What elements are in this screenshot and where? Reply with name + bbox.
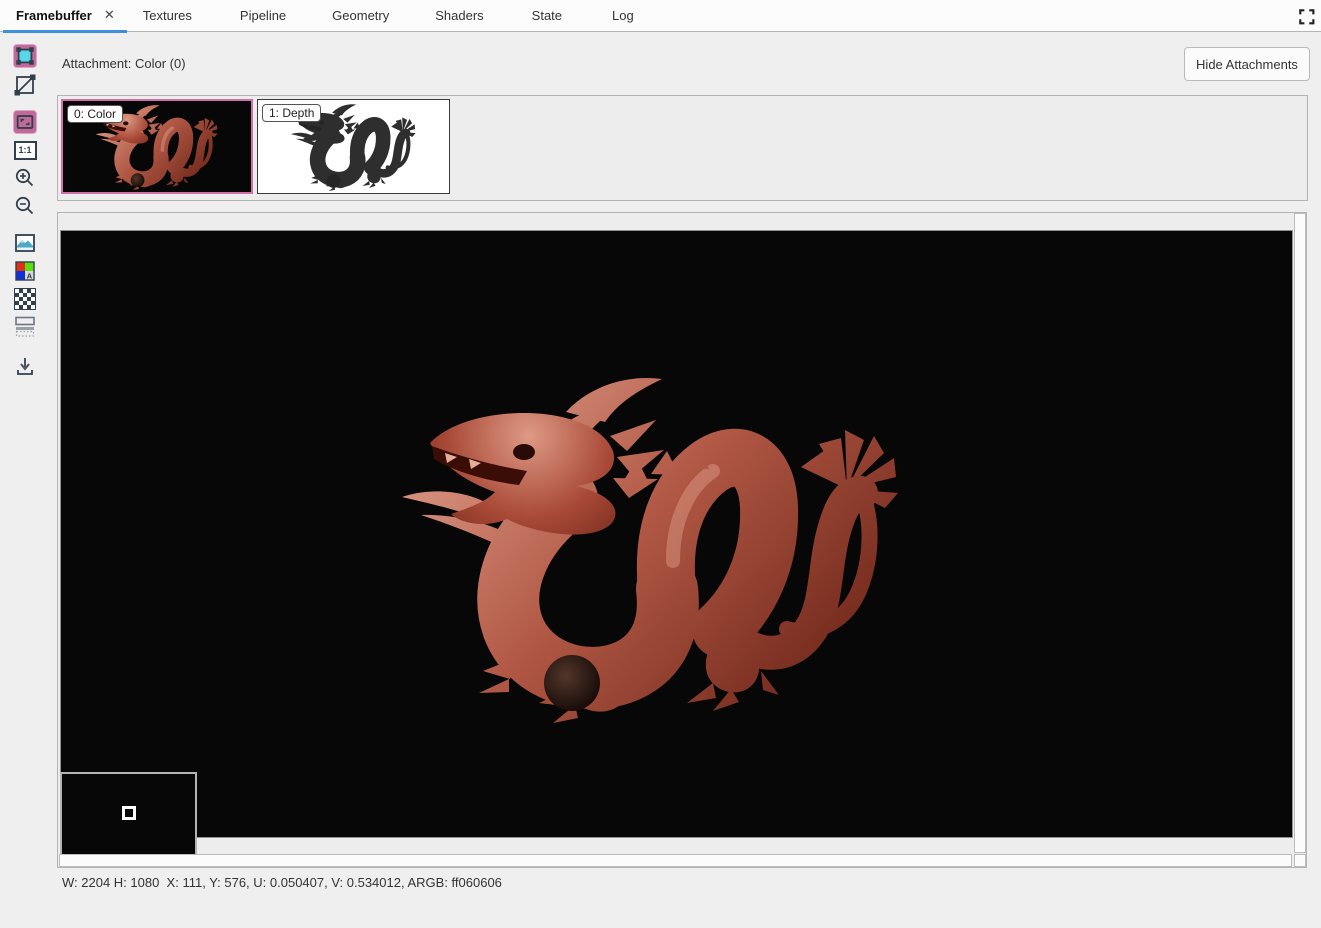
status-bar: W: 2204 H: 1080 X: 111, Y: 576, U: 0.050…	[62, 875, 502, 890]
horizontal-scrollbar[interactable]	[59, 854, 1292, 867]
tab-log[interactable]: Log	[602, 0, 644, 32]
tab-geometry[interactable]: Geometry	[322, 0, 399, 32]
selection-square-icon	[16, 47, 34, 65]
rgba-channels-icon: A	[15, 261, 35, 281]
svg-text:A: A	[27, 272, 33, 281]
visible-range-button[interactable]	[13, 314, 37, 338]
tab-shaders[interactable]: Shaders	[425, 0, 493, 32]
zoom-1-1-icon: 1:1	[13, 140, 37, 160]
tab-textures-label: Textures	[142, 8, 192, 23]
fullscreen-icon[interactable]	[1297, 7, 1315, 25]
zoom-1-1-button[interactable]: 1:1	[13, 138, 37, 162]
fit-window-icon	[16, 115, 34, 129]
image-overlay-icon	[15, 234, 35, 252]
selection-off-button[interactable]	[13, 73, 37, 97]
texture-selection-button[interactable]	[13, 44, 37, 68]
attachment-label-badge: 1: Depth	[262, 104, 322, 122]
framebuffer-window: Framebuffer ✕ Textures Pipeline Geometry…	[0, 0, 1321, 928]
zoom-out-button[interactable]	[13, 194, 37, 218]
attachment-label-badge: 0: Color	[67, 105, 124, 123]
picked-pixel-marker	[122, 806, 136, 820]
zoom-in-button[interactable]	[13, 166, 37, 190]
save-icon	[17, 358, 33, 375]
alpha-checkerboard-button[interactable]	[13, 287, 37, 311]
tab-pipeline[interactable]: Pipeline	[230, 0, 296, 32]
tab-state[interactable]: State	[522, 0, 572, 32]
vertical-scrollbar[interactable]	[1294, 213, 1306, 853]
texture-viewport	[57, 212, 1307, 868]
tab-state-label: State	[531, 8, 563, 23]
hide-attachments-button[interactable]: Hide Attachments	[1184, 47, 1310, 81]
zoom-out-icon	[15, 196, 34, 215]
render-canvas[interactable]	[60, 230, 1293, 838]
tab-bar: Framebuffer ✕ Textures Pipeline Geometry…	[0, 0, 1321, 33]
tab-textures[interactable]: Textures	[133, 0, 202, 32]
tab-log-label: Log	[612, 8, 634, 23]
zoom-in-icon	[15, 168, 34, 187]
tab-geometry-label: Geometry	[332, 8, 390, 23]
attachments-strip: 0: Color 1: Depth	[57, 95, 1308, 201]
checkerboard-icon	[14, 288, 36, 310]
range-bar-icon	[15, 316, 35, 337]
scrollbar-corner	[1294, 854, 1306, 867]
tab-framebuffer-label: Framebuffer	[16, 8, 92, 23]
overlay-image-button[interactable]	[13, 231, 37, 255]
tab-pipeline-label: Pipeline	[239, 8, 287, 23]
crossed-square-icon	[14, 74, 36, 96]
dragon-render	[61, 231, 1292, 837]
close-icon[interactable]: ✕	[104, 9, 115, 22]
tab-shaders-label: Shaders	[435, 8, 484, 23]
attachment-thumbnail-color[interactable]: 0: Color	[61, 99, 253, 194]
fit-to-window-button[interactable]	[13, 110, 37, 134]
rgba-channels-button[interactable]: A	[13, 259, 37, 283]
save-texture-button[interactable]	[13, 354, 37, 378]
attachment-thumbnail-depth[interactable]: 1: Depth	[257, 99, 450, 194]
tab-framebuffer[interactable]: Framebuffer ✕	[0, 0, 127, 33]
pixel-context-overlay	[60, 772, 197, 856]
attachment-label: Attachment: Color (0)	[62, 56, 186, 71]
